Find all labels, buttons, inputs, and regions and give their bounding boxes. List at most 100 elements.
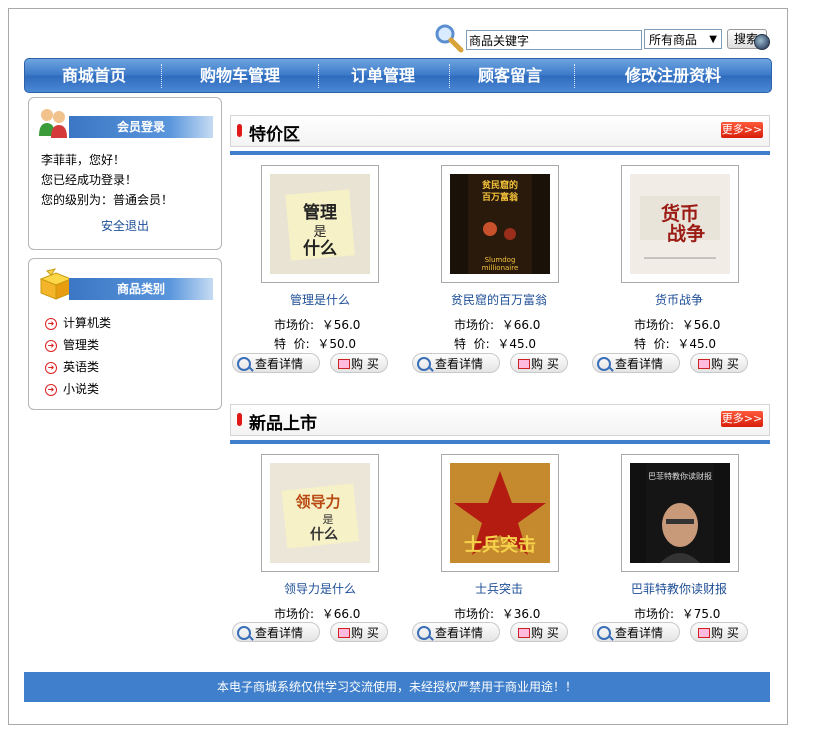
buy-label: 购 买 [531, 626, 559, 640]
more-button[interactable]: 更多>> [721, 411, 763, 427]
buy-button[interactable]: 购 买 [690, 622, 748, 642]
book-cover: 货币 战争 [630, 174, 730, 274]
special-price: 特 价: ￥50.0 [274, 335, 454, 352]
section-header-special: 特价区 更多>> [230, 115, 770, 147]
price-value: ￥36.0 [501, 607, 541, 621]
svg-text:战争: 战争 [667, 222, 705, 245]
buy-button[interactable]: 购 买 [330, 353, 388, 373]
buy-button[interactable]: 购 买 [330, 622, 388, 642]
svg-text:Slumdog: Slumdog [485, 256, 516, 264]
more-button[interactable]: 更多>> [721, 122, 763, 138]
price-label: 特 价: [274, 337, 310, 351]
magnifier-icon [417, 626, 431, 640]
search-input[interactable] [466, 30, 642, 50]
buy-button[interactable]: 购 买 [510, 353, 568, 373]
view-details-button[interactable]: 查看详情 [592, 353, 680, 373]
product-image[interactable]: 巴菲特教你读财报 [621, 454, 739, 572]
buy-button[interactable]: 购 买 [510, 622, 568, 642]
product-image[interactable]: 领导力 是 什么 [261, 454, 379, 572]
category-item-label: 英语类 [63, 360, 100, 374]
cart-icon [518, 359, 530, 369]
special-price: 特 价: ￥45.0 [634, 335, 814, 352]
product-image[interactable]: 士兵突击 [441, 454, 559, 572]
category-item[interactable]: ➜ 计算机类 [45, 313, 111, 333]
buy-button[interactable]: 购 买 [690, 353, 748, 373]
product-image[interactable]: 贫民窟的 百万富翁 Slumdog millionaire [441, 165, 559, 283]
category-item[interactable]: ➜ 管理类 [45, 335, 99, 355]
magnifier-icon [597, 626, 611, 640]
buy-label: 购 买 [351, 357, 379, 371]
section-title: 特价区 [249, 125, 300, 145]
search-button-icon [754, 34, 770, 50]
market-price: 市场价: ￥75.0 [634, 605, 814, 622]
price-value: ￥66.0 [321, 607, 361, 621]
price-label: 市场价: [634, 607, 675, 621]
cart-icon [518, 628, 530, 638]
svg-text:是: 是 [313, 225, 326, 240]
details-label: 查看详情 [255, 626, 304, 640]
buy-label: 购 买 [351, 626, 379, 640]
member-box-title: 会员登录 [69, 116, 213, 138]
view-details-button[interactable]: 查看详情 [232, 622, 320, 642]
view-details-button[interactable]: 查看详情 [412, 353, 500, 373]
product-name-link[interactable]: 士兵突击 [409, 580, 589, 597]
category-select[interactable]: 所有商品 ▼ [644, 29, 722, 49]
magnifier-icon [237, 357, 251, 371]
svg-text:什么: 什么 [303, 238, 337, 259]
market-price: 市场价: ￥56.0 [274, 316, 454, 333]
svg-text:什么: 什么 [310, 526, 338, 543]
price-value: ￥66.0 [501, 318, 541, 332]
logout-link[interactable]: 安全退出 [101, 217, 149, 234]
member-login-box: 会员登录 李菲菲，您好！ 您已经成功登录！ 您的级别为：普通会员！ 安全退出 [28, 97, 222, 250]
svg-text:millionaire: millionaire [482, 264, 519, 272]
market-price: 市场价: ￥66.0 [454, 316, 634, 333]
price-value: ￥45.0 [677, 337, 717, 351]
arrow-bullet-icon: ➜ [45, 383, 57, 396]
product-name-link[interactable]: 巴菲特教你读财报 [589, 580, 769, 597]
view-details-button[interactable]: 查看详情 [412, 622, 500, 642]
nav-separator [161, 64, 162, 88]
category-item-label: 计算机类 [63, 316, 112, 330]
section-marker-icon [237, 124, 242, 137]
magnifier-icon [597, 357, 611, 371]
nav-item-profile[interactable]: 修改注册资料 [576, 59, 770, 92]
cart-icon [698, 359, 710, 369]
section-divider [230, 440, 770, 444]
nav-item-orders[interactable]: 订单管理 [319, 59, 447, 92]
product-image[interactable]: 管理 是 什么 [261, 165, 379, 283]
price-value: ￥75.0 [681, 607, 721, 621]
nav-item-home[interactable]: 商城首页 [25, 59, 163, 92]
nav-separator [449, 64, 450, 88]
view-details-button[interactable]: 查看详情 [232, 353, 320, 373]
footer-notice: 本电子商城系统仅供学习交流使用，未经授权严禁用于商业用途！！ [24, 672, 770, 702]
buy-label: 购 买 [711, 626, 739, 640]
category-item[interactable]: ➜ 小说类 [45, 379, 99, 399]
nav-item-cart[interactable]: 购物车管理 [163, 59, 317, 92]
product-name-link[interactable]: 货币战争 [589, 291, 769, 308]
nav-separator [574, 64, 575, 88]
book-cover: 贫民窟的 百万富翁 Slumdog millionaire [450, 174, 550, 274]
category-item-label: 小说类 [63, 382, 100, 396]
search-button[interactable]: 搜索 [727, 29, 770, 50]
arrow-bullet-icon: ➜ [45, 361, 57, 374]
price-value: ￥56.0 [321, 318, 361, 332]
book-cover: 士兵突击 [450, 463, 550, 563]
category-item[interactable]: ➜ 英语类 [45, 357, 99, 377]
category-item-label: 管理类 [63, 338, 100, 352]
price-value: ￥45.0 [497, 337, 537, 351]
details-label: 查看详情 [615, 357, 664, 371]
product-name-link[interactable]: 领导力是什么 [230, 580, 410, 597]
svg-text:百万富翁: 百万富翁 [482, 191, 519, 203]
market-price: 市场价: ￥66.0 [274, 605, 454, 622]
buy-label: 购 买 [531, 357, 559, 371]
nav-item-messages[interactable]: 顾客留言 [451, 59, 569, 92]
product-image[interactable]: 货币 战争 [621, 165, 739, 283]
price-value: ￥50.0 [317, 337, 357, 351]
details-label: 查看详情 [435, 626, 484, 640]
arrow-bullet-icon: ➜ [45, 339, 57, 352]
product-name-link[interactable]: 管理是什么 [230, 291, 410, 308]
view-details-button[interactable]: 查看详情 [592, 622, 680, 642]
cart-icon [338, 628, 350, 638]
section-title: 新品上市 [249, 414, 317, 434]
product-name-link[interactable]: 贫民窟的百万富翁 [409, 291, 589, 308]
